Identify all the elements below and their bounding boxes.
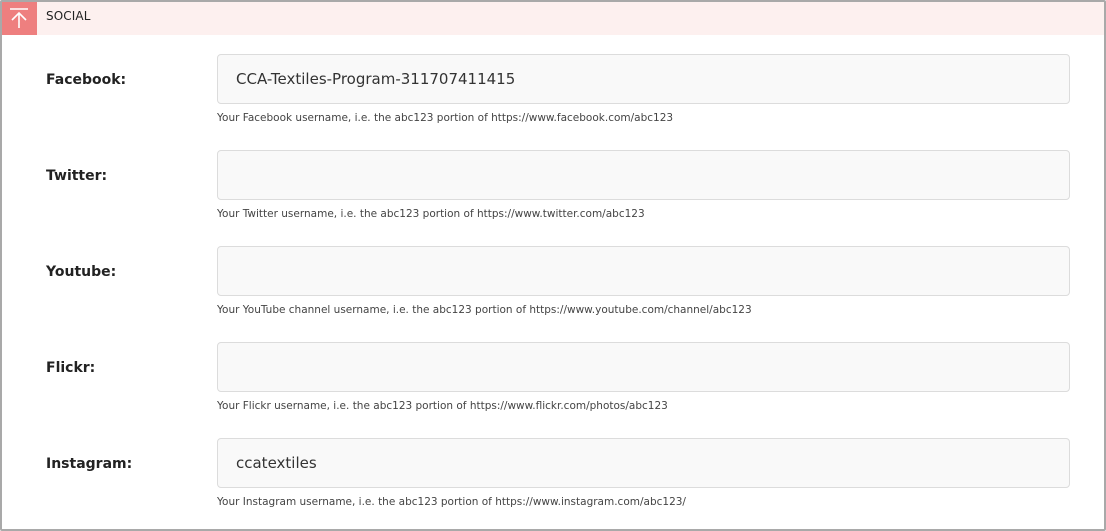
facebook-label: Facebook: (46, 72, 127, 88)
social-settings-panel: SOCIAL Facebook: Your Facebook username,… (0, 0, 1106, 531)
collapse-up-arrow-icon (10, 8, 28, 28)
twitter-input[interactable] (217, 150, 1070, 200)
flickr-input[interactable] (217, 342, 1070, 392)
instagram-help-text: Your Instagram username, i.e. the abc123… (217, 496, 686, 508)
twitter-label: Twitter: (46, 168, 108, 184)
facebook-help-text: Your Facebook username, i.e. the abc123 … (217, 112, 674, 124)
twitter-help-text: Your Twitter username, i.e. the abc123 p… (217, 208, 645, 220)
section-header: SOCIAL (2, 2, 1104, 35)
section-title: SOCIAL (46, 9, 91, 23)
flickr-label: Flickr: (46, 360, 96, 376)
instagram-field-row: Instagram: Your Instagram username, i.e.… (2, 438, 1104, 529)
instagram-label: Instagram: (46, 456, 133, 472)
youtube-field-row: Youtube: Your YouTube channel username, … (2, 246, 1104, 342)
flickr-field-row: Flickr: Your Flickr username, i.e. the a… (2, 342, 1104, 438)
flickr-help-text: Your Flickr username, i.e. the abc123 po… (217, 400, 668, 412)
youtube-label: Youtube: (46, 264, 117, 280)
instagram-input[interactable] (217, 438, 1070, 488)
collapse-section-button[interactable] (2, 2, 37, 35)
youtube-help-text: Your YouTube channel username, i.e. the … (217, 304, 752, 316)
facebook-input[interactable] (217, 54, 1070, 104)
facebook-field-row: Facebook: Your Facebook username, i.e. t… (2, 54, 1104, 150)
youtube-input[interactable] (217, 246, 1070, 296)
twitter-field-row: Twitter: Your Twitter username, i.e. the… (2, 150, 1104, 246)
